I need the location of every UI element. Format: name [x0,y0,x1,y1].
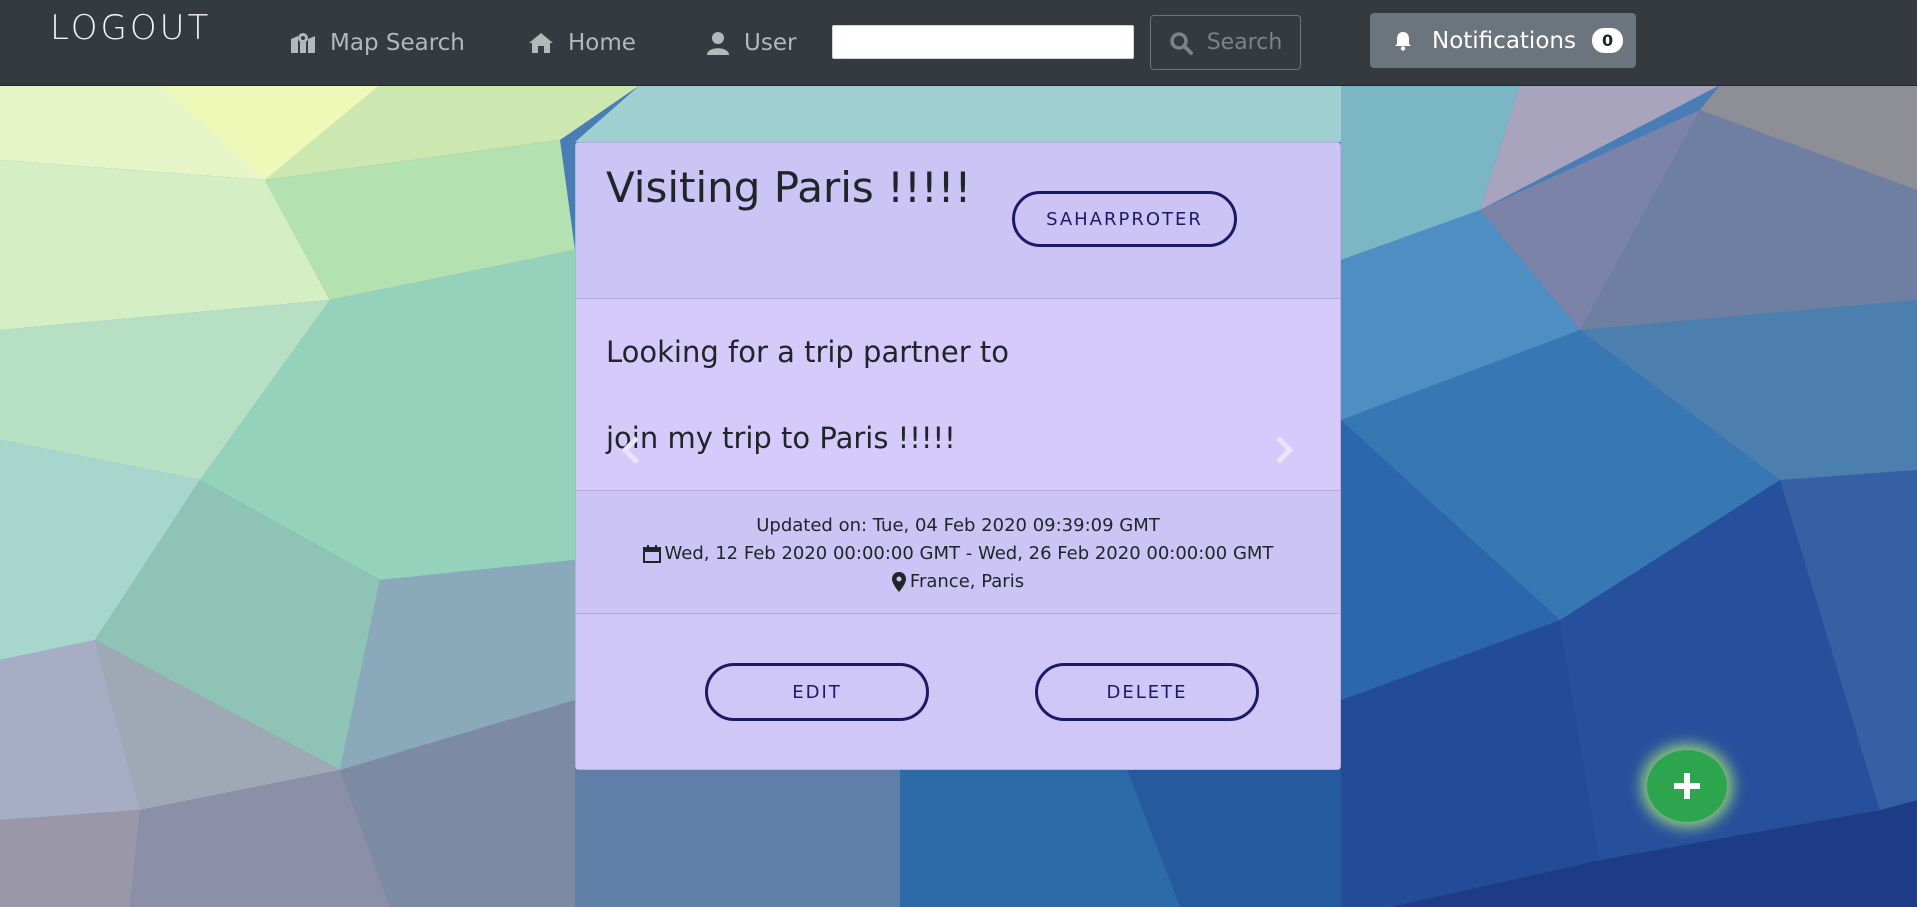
notifications-label: Notifications [1432,27,1576,54]
search-input[interactable] [832,25,1134,59]
author-button[interactable]: SAHARPROTER [1012,191,1237,247]
nav-map-search-label: Map Search [330,30,465,56]
chevron-left-icon[interactable] [620,435,642,465]
delete-button[interactable]: DELETE [1035,663,1259,721]
calendar-icon [642,544,661,563]
date-range-line: Wed, 12 Feb 2020 00:00:00 GMT - Wed, 26 … [576,543,1340,564]
nav-user-label: User [744,30,797,56]
post-title: Visiting Paris !!!!! [606,163,972,212]
search-icon [1169,31,1193,55]
add-post-button[interactable] [1647,750,1727,822]
home-icon [529,33,553,53]
map-marker-icon [891,571,906,592]
post-body-line: Looking for a trip partner to [606,335,1009,369]
bell-icon [1395,31,1411,51]
logout-link[interactable]: LOGOUT [50,8,211,48]
user-icon [707,32,729,55]
nav-user[interactable]: User [706,26,796,60]
notifications-button[interactable]: Notifications 0 [1370,13,1636,68]
date-range-text: Wed, 12 Feb 2020 00:00:00 GMT - Wed, 26 … [664,543,1274,564]
nav-map-search[interactable]: Map Search [290,26,465,60]
map-marked-icon [291,33,315,53]
card-header: Visiting Paris !!!!! SAHARPROTER [576,143,1340,299]
navbar: LOGOUT Map Search Home User Search Notif… [0,0,1917,86]
notifications-count-badge: 0 [1591,28,1624,53]
search-button[interactable]: Search [1150,15,1301,70]
card-footer: EDIT DELETE [576,614,1340,769]
plus-icon [1674,773,1700,799]
card-meta: Updated on: Tue, 04 Feb 2020 09:39:09 GM… [576,491,1340,614]
search-button-label: Search [1206,30,1283,55]
card-body: Looking for a trip partner to join my tr… [576,299,1340,491]
chevron-right-icon[interactable] [1273,435,1295,465]
nav-home-label: Home [568,30,636,56]
post-body-line: join my trip to Paris !!!!! [606,421,956,455]
updated-line: Updated on: Tue, 04 Feb 2020 09:39:09 GM… [576,515,1340,536]
edit-button[interactable]: EDIT [705,663,929,721]
location-line: France, Paris [576,571,1340,592]
nav-home[interactable]: Home [528,26,636,60]
updated-text: Updated on: Tue, 04 Feb 2020 09:39:09 GM… [756,515,1160,536]
post-card: Visiting Paris !!!!! SAHARPROTER Looking… [575,142,1341,770]
location-text: France, Paris [909,571,1025,592]
